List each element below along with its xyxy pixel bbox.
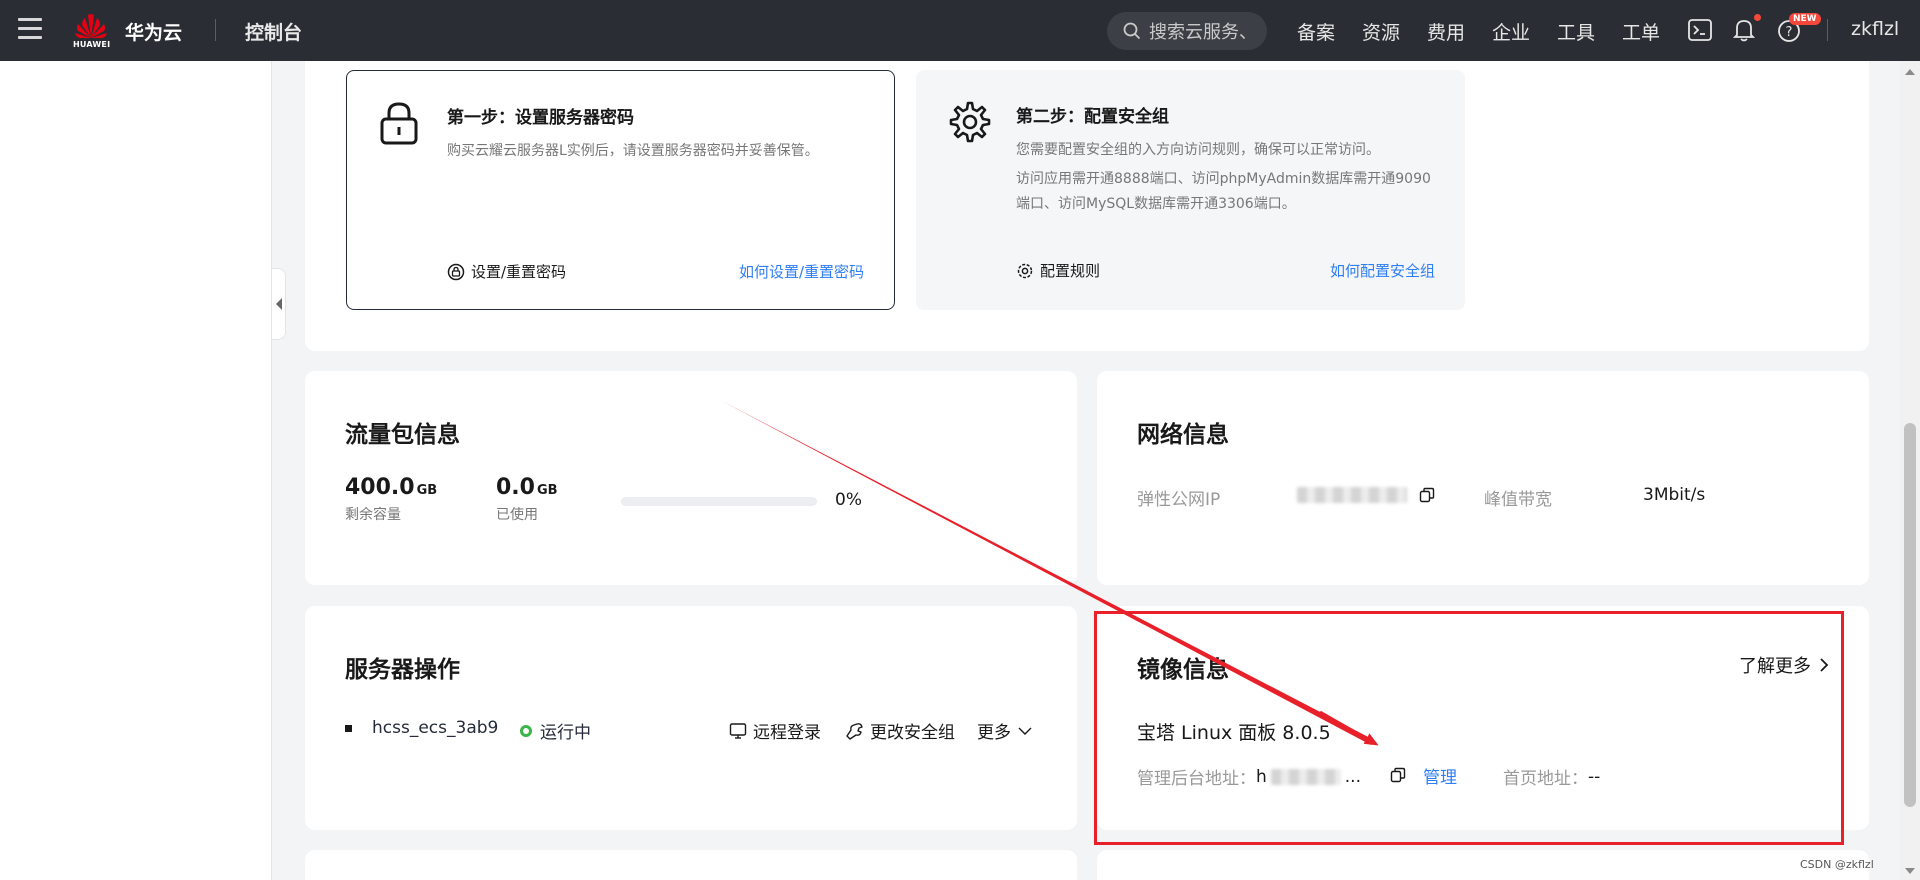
- scroll-down-arrow-icon[interactable]: [1905, 868, 1915, 874]
- server-operations-card: 服务器操作 hcss_ecs_3ab9 运行中 远程登录 更改安全组 更多: [305, 606, 1077, 830]
- search-icon: [1123, 22, 1141, 40]
- divider: [215, 19, 216, 41]
- server-name[interactable]: hcss_ecs_3ab9: [372, 718, 498, 738]
- nav-enterprise[interactable]: 企业: [1492, 18, 1530, 45]
- card-title: 服务器操作: [345, 657, 460, 683]
- lock-icon: [380, 102, 418, 145]
- brand-name[interactable]: 华为云: [125, 18, 182, 45]
- nav-tickets[interactable]: 工单: [1622, 18, 1660, 45]
- eip-value-redacted: [1297, 487, 1407, 503]
- divider: [1827, 19, 1828, 41]
- used-capacity: 0.0 GB 已使用: [496, 475, 558, 524]
- scrollbar-thumb[interactable]: [1904, 423, 1916, 807]
- nav-resources[interactable]: 资源: [1362, 18, 1400, 45]
- hamburger-menu-icon[interactable]: [18, 18, 42, 40]
- eip-label: 弹性公网IP: [1137, 490, 1221, 510]
- configure-rules-button[interactable]: 配置规则: [1016, 260, 1100, 281]
- sidebar-collapse-toggle[interactable]: [272, 268, 286, 340]
- wrench-icon: [846, 722, 863, 740]
- terminal-icon[interactable]: [1688, 19, 1712, 41]
- how-to-configure-sg-link[interactable]: 如何配置安全组: [1330, 260, 1435, 281]
- more-label: 更多: [977, 723, 1011, 743]
- left-sidebar: [0, 61, 272, 880]
- chevron-down-icon: [1018, 727, 1032, 735]
- how-to-reset-password-link[interactable]: 如何设置/重置密码: [739, 261, 864, 282]
- status-text: 运行中: [540, 723, 591, 743]
- notification-dot: [1754, 14, 1761, 21]
- new-badge: NEW: [1789, 13, 1821, 25]
- svg-text:?: ?: [1786, 25, 1793, 40]
- top-navigation-bar: HUAWEI 华为云 控制台 搜索云服务、 备案 资源 费用 企业 工具 工单 …: [0, 0, 1920, 61]
- search-box[interactable]: 搜索云服务、: [1107, 12, 1267, 50]
- network-info-card: 网络信息 弹性公网IP 峰值带宽 3Mbit/s: [1097, 371, 1869, 585]
- scroll-up-arrow-icon[interactable]: [1905, 69, 1915, 75]
- monitor-icon: [729, 722, 747, 739]
- usage-percent: 0%: [835, 490, 862, 510]
- security-group-desc-line2: 访问应用需开通8888端口、访问phpMyAdmin数据库需开通9090端口、访…: [1016, 171, 1431, 212]
- used-value: 0.0: [496, 475, 535, 500]
- logo-text: HUAWEI: [73, 40, 111, 49]
- change-security-group-label: 更改安全组: [870, 723, 955, 743]
- configure-rules-label: 配置规则: [1040, 262, 1101, 280]
- server-status: 运行中: [520, 718, 591, 743]
- user-menu[interactable]: zkflzl: [1851, 18, 1899, 40]
- traffic-info-card: 流量包信息 400.0 GB 剩余容量 0.0 GB 已使用 0%: [305, 371, 1077, 585]
- small-gear-icon: [1017, 263, 1033, 278]
- bandwidth-value: 3Mbit/s: [1643, 485, 1706, 505]
- server-row: hcss_ecs_3ab9: [345, 718, 498, 738]
- running-status-icon: [520, 724, 532, 737]
- bandwidth-label: 峰值带宽: [1484, 490, 1552, 510]
- step-title: 第二步：配置安全组: [1016, 107, 1169, 127]
- nav-tools[interactable]: 工具: [1557, 18, 1595, 45]
- step-description: 您需要配置安全组的入方向访问规则，确保可以正常访问。 访问应用需开通8888端口…: [1016, 138, 1436, 217]
- remaining-value: 400.0: [345, 475, 415, 500]
- reset-password-label: 设置/重置密码: [471, 263, 567, 281]
- search-placeholder: 搜索云服务、: [1149, 22, 1257, 43]
- more-dropdown[interactable]: 更多: [977, 718, 1033, 743]
- step-description: 购买云耀云服务器L实例后，请设置服务器密码并妥善保管。: [447, 143, 819, 159]
- bullet: [345, 724, 352, 732]
- change-security-group-button[interactable]: 更改安全组: [846, 718, 955, 743]
- step-title: 第一步：设置服务器密码: [447, 108, 634, 128]
- partial-card: [305, 850, 1077, 880]
- nav-billing[interactable]: 费用: [1427, 18, 1465, 45]
- console-title[interactable]: 控制台: [245, 18, 302, 45]
- bell-icon[interactable]: [1733, 18, 1755, 42]
- lock-circle-icon: [447, 263, 465, 280]
- card-title: 流量包信息: [345, 422, 460, 448]
- used-unit: GB: [536, 483, 558, 498]
- card-title: 网络信息: [1137, 422, 1229, 448]
- partial-card: [1097, 850, 1869, 880]
- security-group-desc-line1: 您需要配置安全组的入方向访问规则，确保可以正常访问。: [1016, 142, 1380, 158]
- nav-beian[interactable]: 备案: [1297, 18, 1335, 45]
- used-label: 已使用: [496, 507, 538, 523]
- reset-password-button[interactable]: 设置/重置密码: [447, 261, 566, 282]
- remote-login-button[interactable]: 远程登录: [729, 718, 821, 743]
- vertical-scrollbar[interactable]: [1900, 61, 1920, 880]
- usage-progress-bar: [621, 497, 817, 506]
- step-set-password-card[interactable]: 第一步：设置服务器密码 购买云耀云服务器L实例后，请设置服务器密码并妥善保管。 …: [346, 70, 895, 310]
- gear-icon: [949, 101, 991, 143]
- copy-icon[interactable]: [1419, 487, 1435, 503]
- remaining-label: 剩余容量: [345, 507, 401, 523]
- remaining-unit: GB: [416, 483, 438, 498]
- remaining-capacity: 400.0 GB 剩余容量: [345, 475, 437, 524]
- remote-login-label: 远程登录: [753, 723, 821, 743]
- step-security-group-card[interactable]: 第二步：配置安全组 您需要配置安全组的入方向访问规则，确保可以正常访问。 访问应…: [916, 70, 1465, 310]
- annotation-highlight-box: [1094, 611, 1844, 845]
- watermark: CSDN @zkflzl: [1800, 858, 1874, 871]
